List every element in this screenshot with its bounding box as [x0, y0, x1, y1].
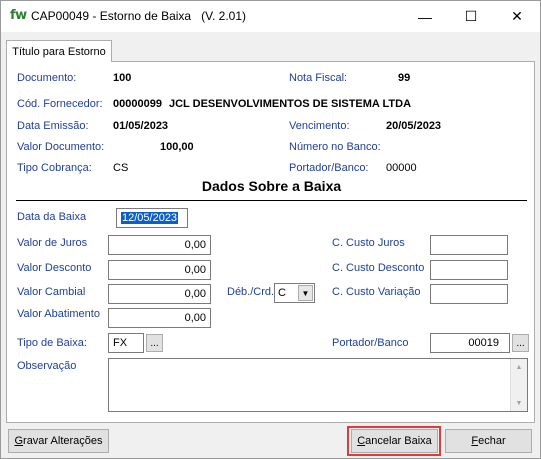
tab-titulo-estorno[interactable]: Título para Estorno — [6, 40, 112, 62]
fornecedor-nome: JCL DESENVOLVIMENTOS DE SISTEMA LTDA — [169, 98, 412, 110]
observacao-textarea[interactable]: ▲ ▼ — [108, 358, 528, 412]
section-heading: Dados Sobre a Baixa — [201, 178, 342, 194]
valor-juros-label: Valor de Juros — [17, 237, 88, 249]
deb-crd-value: C — [278, 287, 286, 299]
nota-fiscal-label: Nota Fiscal: — [289, 72, 348, 84]
valor-documento-value: 100,00 — [160, 141, 194, 153]
numero-banco-label: Número no Banco: — [289, 141, 381, 153]
app-logo-icon: fw — [10, 8, 27, 23]
cancelar-baixa-highlight — [347, 426, 441, 456]
valor-cambial-label: Valor Cambial — [17, 286, 86, 298]
documento-value: 100 — [113, 72, 132, 84]
c-custo-desconto-label: C. Custo Desconto — [332, 262, 425, 274]
c-custo-juros-label: C. Custo Juros — [332, 237, 405, 249]
gravar-alteracoes-button[interactable]: Gravar Alterações — [8, 429, 109, 453]
tab-label: Título para Estorno — [12, 45, 106, 58]
window-title: CAP00049 - Estorno de Baixa (V. 2.01) — [31, 9, 247, 23]
close-button[interactable]: ✕ — [494, 1, 540, 32]
maximize-button[interactable]: ☐ — [448, 1, 494, 32]
valor-juros-input[interactable]: 0,00 — [108, 235, 211, 255]
fechar-button[interactable]: Fechar — [445, 429, 532, 453]
observacao-scrollbar[interactable]: ▲ ▼ — [510, 359, 527, 411]
cod-fornecedor-label: Cód. Fornecedor: — [17, 98, 103, 110]
deb-crd-select[interactable]: C ▼ — [274, 283, 315, 303]
tipo-cobranca-label: Tipo Cobrança: — [17, 162, 92, 174]
valor-abatimento-input[interactable]: 0,00 — [108, 308, 211, 328]
valor-documento-label: Valor Documento: — [17, 141, 105, 153]
data-baixa-input[interactable]: 12/05/2023 — [116, 208, 188, 228]
maximize-icon: ☐ — [464, 8, 478, 24]
portador-banco-input[interactable]: 00019 — [430, 333, 510, 353]
deb-crd-label: Déb./Crd. — [227, 286, 275, 298]
vencimento-value: 20/05/2023 — [386, 120, 442, 132]
close-icon: ✕ — [511, 8, 523, 24]
ellipsis-icon: ... — [150, 337, 159, 349]
tipo-baixa-label: Tipo de Baixa: — [17, 337, 87, 349]
valor-abatimento-label: Valor Abatimento — [17, 308, 100, 320]
data-emissao-label: Data Emissão: — [17, 120, 89, 132]
c-custo-variacao-input[interactable] — [430, 284, 508, 304]
ellipsis-icon: ... — [516, 337, 525, 349]
vencimento-label: Vencimento: — [289, 120, 350, 132]
fechar-label: Fechar — [471, 435, 506, 447]
data-baixa-selected-text: 12/05/2023 — [121, 212, 179, 224]
portador-value: 00000 — [386, 162, 417, 174]
minimize-icon: — — [418, 8, 432, 25]
scroll-down-icon[interactable]: ▼ — [511, 395, 527, 411]
title-bar[interactable]: fw CAP00049 - Estorno de Baixa (V. 2.01)… — [1, 1, 540, 32]
section-divider — [16, 200, 527, 201]
cod-fornecedor-value: 00000099 — [113, 98, 162, 110]
tab-panel: Documento: 100 Nota Fiscal: 99 Cód. Forn… — [6, 61, 535, 423]
tipo-baixa-input[interactable]: FX — [108, 333, 144, 353]
gravar-alteracoes-label: Gravar Alterações — [14, 435, 103, 447]
c-custo-desconto-input[interactable] — [430, 260, 508, 280]
portador-label: Portador/Banco: — [289, 162, 369, 174]
minimize-button[interactable]: — — [402, 1, 448, 32]
observacao-label: Observação — [17, 360, 77, 372]
c-custo-variacao-label: C. Custo Variação — [332, 286, 421, 298]
valor-cambial-input[interactable]: 0,00 — [108, 284, 211, 304]
tipo-cobranca-value: CS — [113, 162, 129, 174]
data-baixa-label: Data da Baixa — [17, 211, 87, 223]
estorno-baixa-window: fw CAP00049 - Estorno de Baixa (V. 2.01)… — [0, 0, 541, 459]
c-custo-juros-input[interactable] — [430, 235, 508, 255]
valor-desconto-input[interactable]: 0,00 — [108, 260, 211, 280]
scroll-up-icon[interactable]: ▲ — [511, 359, 527, 375]
data-emissao-value: 01/05/2023 — [113, 120, 169, 132]
portador-banco-label: Portador/Banco — [332, 337, 409, 349]
nota-fiscal-value: 99 — [398, 72, 411, 84]
tipo-baixa-lookup-button[interactable]: ... — [146, 334, 163, 352]
valor-desconto-label: Valor Desconto — [17, 262, 92, 274]
chevron-down-icon[interactable]: ▼ — [298, 285, 313, 301]
portador-banco-lookup-button[interactable]: ... — [512, 334, 529, 352]
documento-label: Documento: — [17, 72, 77, 84]
